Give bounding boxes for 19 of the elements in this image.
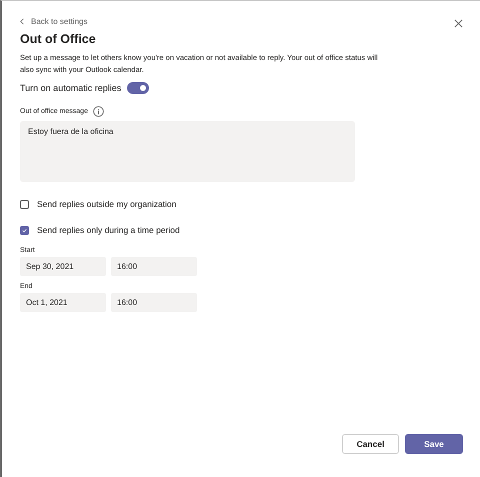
toggle-label: Turn on automatic replies <box>20 83 122 93</box>
cancel-button[interactable]: Cancel <box>342 434 399 454</box>
date-field[interactable]: Oct 1, 2021 <box>20 293 106 312</box>
close-icon[interactable] <box>454 19 463 28</box>
date-field[interactable]: Sep 30, 2021 <box>20 257 106 276</box>
time-field[interactable]: 16:00 <box>111 293 197 312</box>
time-field[interactable]: 16:00 <box>111 257 197 276</box>
checkbox-label: Send replies outside my organization <box>37 199 176 209</box>
chevron-left-icon <box>20 18 24 25</box>
checkmark-icon <box>21 226 28 234</box>
dialog-title: Out of Office <box>20 32 97 46</box>
info-icon <box>92 106 104 117</box>
checkbox[interactable] <box>20 226 29 234</box>
checkbox-label: Send replies only during a time period <box>37 225 180 235</box>
checkbox[interactable] <box>20 200 29 208</box>
back-link[interactable]: Back to settings <box>20 17 88 26</box>
toggle-switch[interactable] <box>127 82 150 94</box>
save-button[interactable]: Save <box>405 434 463 454</box>
message-input-field[interactable]: Estoy fuera de la oficina <box>20 121 355 182</box>
